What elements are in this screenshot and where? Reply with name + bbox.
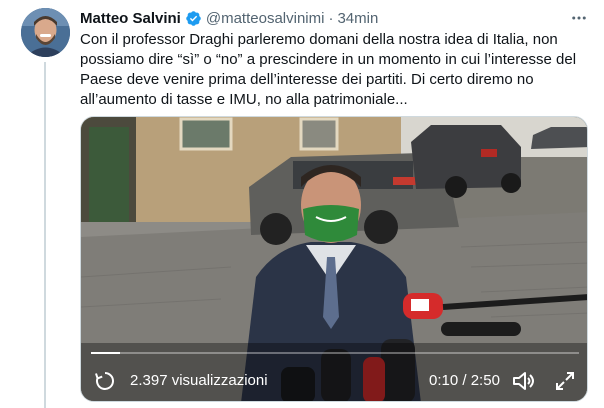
video-time: 0:10 / 2:50 bbox=[429, 372, 500, 389]
duration: 2:50 bbox=[470, 372, 500, 389]
verified-badge-icon bbox=[185, 10, 202, 27]
thread-line bbox=[44, 62, 46, 408]
view-count: 2.397 visualizzazioni bbox=[130, 372, 268, 389]
fullscreen-icon[interactable] bbox=[553, 369, 577, 393]
volume-muted-icon[interactable] bbox=[511, 369, 537, 393]
avatar[interactable] bbox=[21, 8, 70, 57]
time-separator: / bbox=[458, 372, 471, 389]
timestamp[interactable]: 34min bbox=[337, 10, 378, 27]
progress-fill bbox=[91, 352, 121, 354]
handle[interactable]: @matteosalvinimi bbox=[206, 10, 325, 27]
replay-icon[interactable] bbox=[93, 369, 117, 393]
video-controls: 2.397 visualizzazioni 0:10 / 2:50 bbox=[81, 359, 587, 401]
more-dots-icon[interactable] bbox=[566, 8, 592, 28]
tweet-text: Con il professor Draghi parleremo domani… bbox=[80, 31, 577, 108]
current-time: 0:10 bbox=[429, 372, 459, 389]
separator-dot: · bbox=[328, 9, 334, 27]
tweet-header: Matteo Salvini @matteosalvinimi · 34min bbox=[80, 8, 378, 28]
video-player[interactable]: 2.397 visualizzazioni 0:10 / 2:50 bbox=[80, 116, 588, 402]
display-name[interactable]: Matteo Salvini bbox=[80, 10, 181, 27]
tweet[interactable]: Matteo Salvini @matteosalvinimi · 34min … bbox=[0, 0, 604, 408]
profile-photo bbox=[21, 8, 70, 57]
progress-bar[interactable] bbox=[91, 352, 579, 354]
